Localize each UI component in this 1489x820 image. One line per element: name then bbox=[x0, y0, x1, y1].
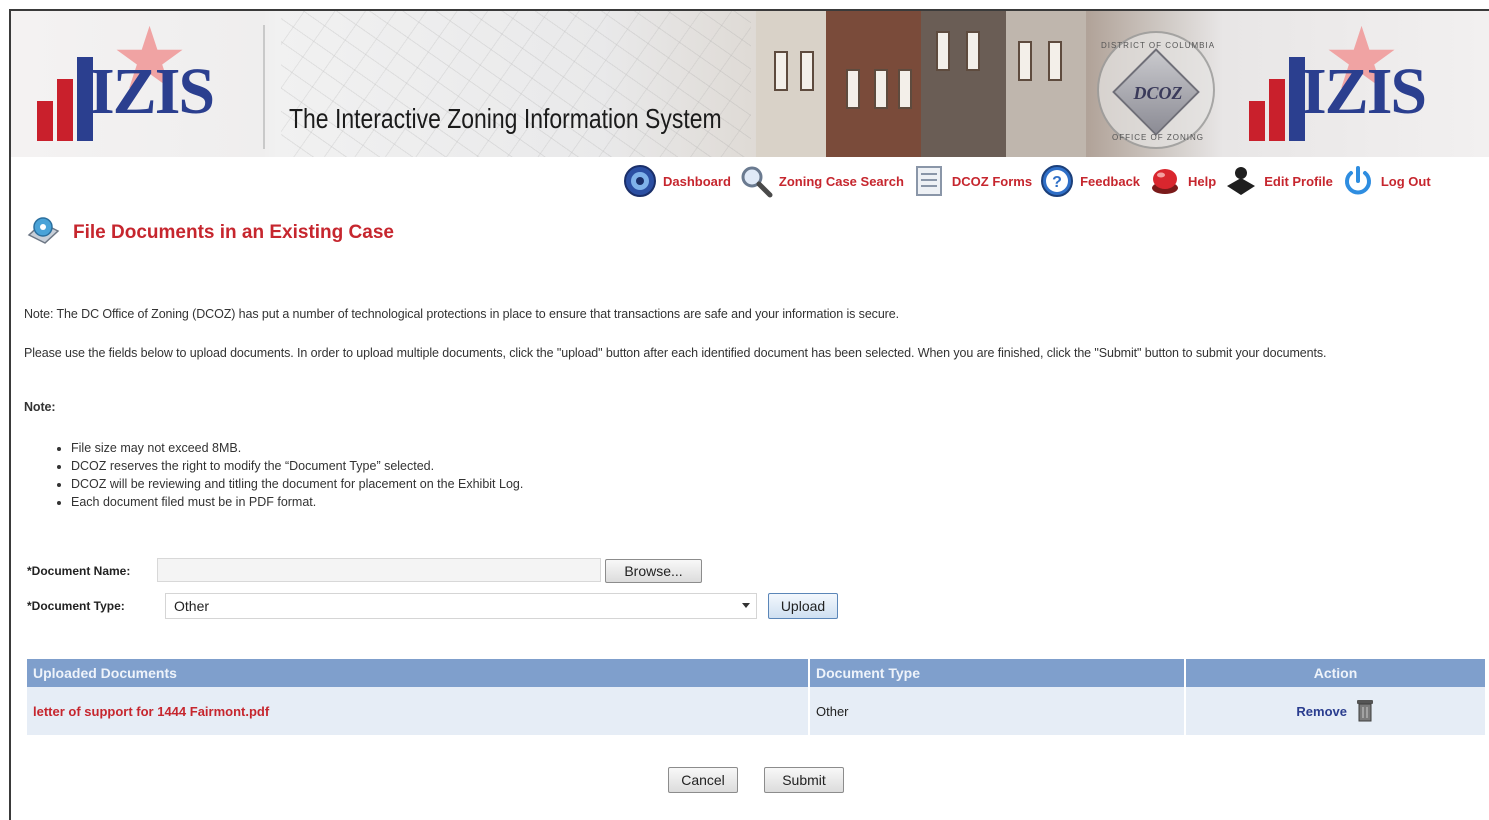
list-item: DCOZ reserves the right to modify the “D… bbox=[71, 457, 523, 475]
action-cell: Remove bbox=[1185, 687, 1485, 735]
uploaded-documents-table: Uploaded Documents Document Type Action … bbox=[27, 659, 1485, 735]
chevron-down-icon bbox=[742, 603, 750, 608]
note-bullet-list: File size may not exceed 8MB. DCOZ reser… bbox=[49, 439, 523, 511]
nav-label: Feedback bbox=[1080, 173, 1141, 189]
nav-help[interactable]: Help bbox=[1148, 164, 1216, 198]
logo-text: IZIS bbox=[89, 55, 215, 128]
banner-divider bbox=[263, 25, 265, 149]
document-type-cell: Other bbox=[809, 687, 1186, 735]
trash-icon[interactable] bbox=[1355, 697, 1375, 726]
column-header-action: Action bbox=[1185, 659, 1485, 687]
header-banner: ★ IZIS The Interactive Zoning Informatio… bbox=[11, 11, 1489, 157]
izis-logo-left: ★ IZIS bbox=[21, 16, 261, 147]
nav-log-out[interactable]: Log Out bbox=[1341, 164, 1431, 198]
document-type-select[interactable]: Other bbox=[165, 593, 757, 619]
nav-label: Zoning Case Search bbox=[778, 173, 904, 189]
list-item: File size may not exceed 8MB. bbox=[71, 439, 523, 457]
table-header-row: Uploaded Documents Document Type Action bbox=[27, 659, 1485, 687]
logo-text: IZIS bbox=[1301, 55, 1427, 128]
security-note: Note: The DC Office of Zoning (DCOZ) has… bbox=[24, 307, 899, 321]
dashboard-icon bbox=[623, 164, 657, 198]
nav-dcoz-forms[interactable]: DCOZ Forms bbox=[912, 164, 1032, 198]
nav-label: Dashboard bbox=[663, 173, 731, 189]
nav-zoning-case-search[interactable]: Zoning Case Search bbox=[739, 164, 904, 198]
cancel-button[interactable]: Cancel bbox=[668, 767, 738, 793]
nav-feedback[interactable]: ? Feedback bbox=[1040, 164, 1140, 198]
forms-icon bbox=[912, 164, 946, 198]
nav-dashboard[interactable]: Dashboard bbox=[623, 164, 731, 198]
list-item: DCOZ will be reviewing and titling the d… bbox=[71, 475, 523, 493]
upload-instructions: Please use the fields below to upload do… bbox=[24, 346, 1327, 360]
list-item: Each document filed must be in PDF forma… bbox=[71, 493, 523, 511]
uploaded-file-link[interactable]: letter of support for 1444 Fairmont.pdf bbox=[33, 704, 269, 719]
seal-arc-top: DISTRICT OF COLUMBIA bbox=[1100, 41, 1216, 50]
column-header-uploaded-documents: Uploaded Documents bbox=[27, 659, 810, 687]
page-title-row: File Documents in an Existing Case bbox=[25, 213, 394, 252]
document-type-label: *Document Type: bbox=[27, 599, 125, 613]
document-disc-icon bbox=[25, 213, 61, 252]
izis-logo-right: ★ IZIS bbox=[1233, 16, 1473, 147]
question-icon: ? bbox=[1040, 164, 1074, 198]
nav-label: Help bbox=[1188, 173, 1217, 189]
user-icon bbox=[1224, 164, 1258, 198]
help-button-icon bbox=[1148, 164, 1182, 198]
upload-button[interactable]: Upload bbox=[768, 593, 838, 619]
seal-arc-bottom: OFFICE OF ZONING bbox=[1112, 133, 1204, 142]
seal-text: DCOZ bbox=[1133, 83, 1183, 103]
table-row: letter of support for 1444 Fairmont.pdf … bbox=[27, 687, 1485, 735]
magnifier-icon bbox=[739, 164, 773, 198]
dcoz-seal: DISTRICT OF COLUMBIA DCOZ OFFICE OF ZONI… bbox=[1097, 31, 1215, 149]
column-header-document-type: Document Type bbox=[809, 659, 1186, 687]
page-title: File Documents in an Existing Case bbox=[73, 221, 394, 243]
nav-label: DCOZ Forms bbox=[951, 173, 1033, 189]
nav-label: Log Out bbox=[1380, 173, 1431, 189]
document-type-value: Other bbox=[174, 598, 210, 614]
document-name-field[interactable] bbox=[157, 558, 601, 582]
nav-label: Edit Profile bbox=[1264, 173, 1333, 189]
svg-text:?: ? bbox=[1052, 174, 1062, 191]
banner-buildings-graphic bbox=[756, 11, 1086, 157]
page-frame: ★ IZIS The Interactive Zoning Informatio… bbox=[9, 9, 1489, 820]
uploaded-file-cell: letter of support for 1444 Fairmont.pdf bbox=[27, 687, 810, 735]
browse-button[interactable]: Browse... bbox=[605, 559, 702, 583]
remove-link[interactable]: Remove bbox=[1296, 704, 1347, 719]
system-tagline: The Interactive Zoning Information Syste… bbox=[289, 103, 722, 134]
banner-map-graphic bbox=[281, 11, 751, 157]
nav-edit-profile[interactable]: Edit Profile bbox=[1224, 164, 1333, 198]
document-name-label: *Document Name: bbox=[27, 564, 131, 578]
power-icon bbox=[1341, 164, 1375, 198]
top-nav: Dashboard Zoning Case Search DCOZ Forms … bbox=[623, 161, 1431, 201]
submit-button[interactable]: Submit bbox=[764, 767, 844, 793]
note-heading: Note: bbox=[24, 400, 56, 414]
